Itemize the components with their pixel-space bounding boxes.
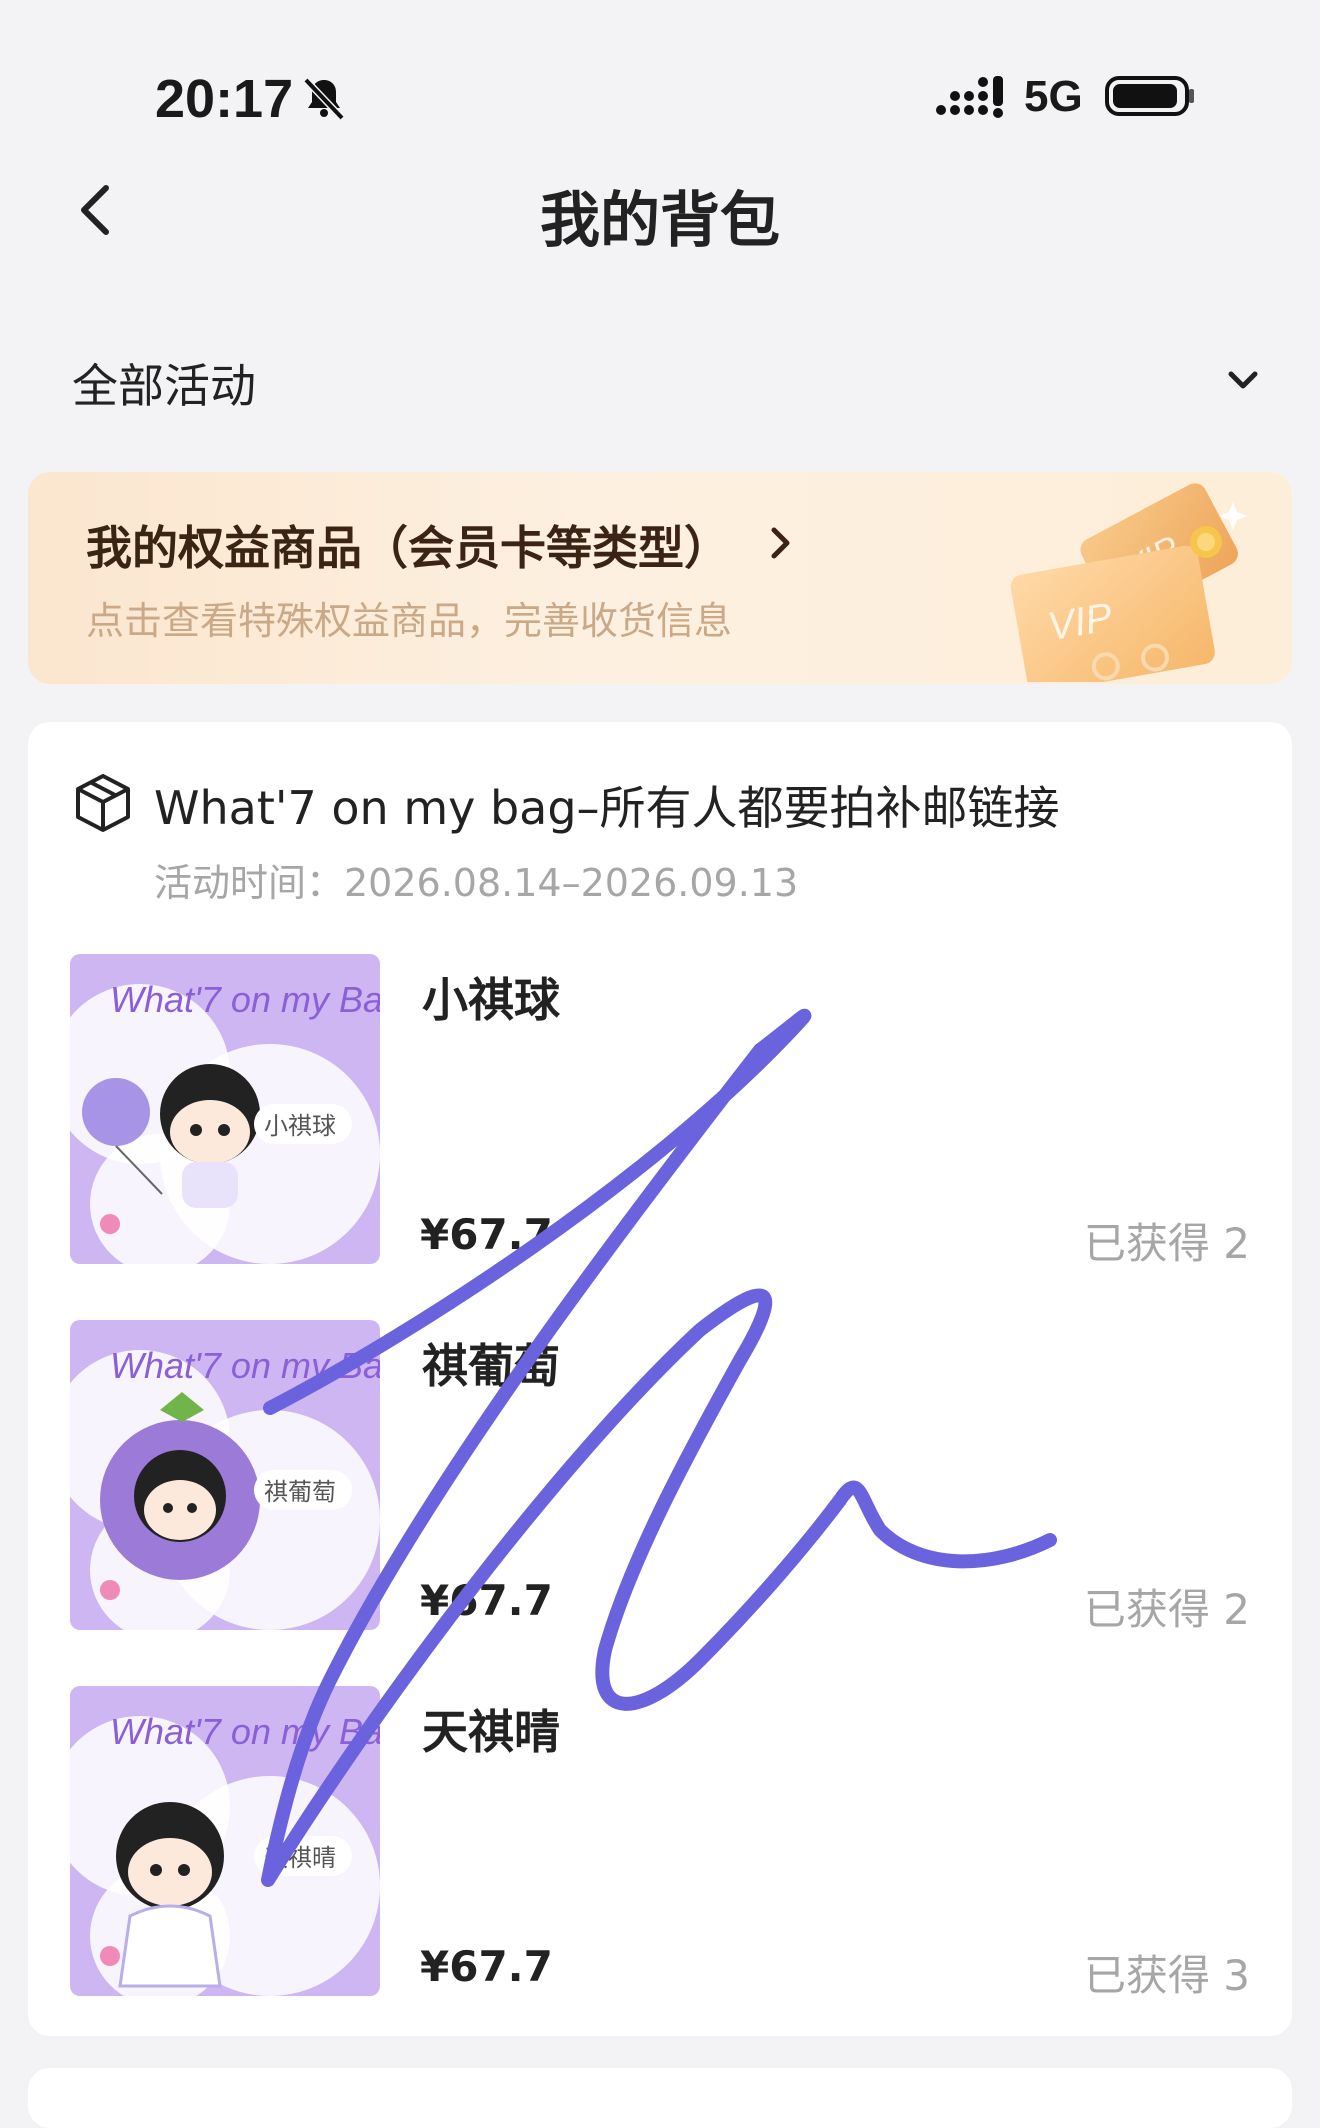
item-owned-count: 已获得 2 [1083, 1585, 1250, 1634]
status-time: 20:17 [155, 69, 294, 129]
battery-icon [1105, 76, 1194, 116]
activity-card: What'7 on my bag–所有人都要拍补邮链接 活动时间：2026.08… [28, 722, 1292, 2036]
item-thumbnail: What'7 on my Bag ? 祺葡萄 [70, 1320, 380, 1630]
vip-cards-illustration: VIP VIP [1010, 483, 1247, 682]
bag-item[interactable]: What'7 on my Bag ? 天祺晴 天祺晴 ¥67.7 已获得 3 [28, 1686, 1292, 2006]
item-name: 祺葡萄 [422, 1339, 560, 1393]
item-price: ¥67.7 [420, 1576, 553, 1625]
benefits-banner[interactable]: 我的权益商品（会员卡等类型） 点击查看特殊权益商品，完善收货信息 VIP VIP [28, 472, 1292, 684]
activity-filter-dropdown[interactable]: 全部活动 [0, 340, 1320, 420]
banner-title: 我的权益商品（会员卡等类型） [86, 521, 730, 575]
bell-off-icon [303, 77, 345, 121]
item-name: 天祺晴 [422, 1705, 560, 1759]
chevron-down-icon [1228, 371, 1258, 389]
banner-subtitle: 点击查看特殊权益商品，完善收货信息 [86, 599, 733, 643]
page-title: 我的背包 [540, 186, 780, 256]
svg-text:祺葡萄: 祺葡萄 [264, 1478, 336, 1506]
item-price: ¥67.7 [420, 1942, 553, 1991]
status-bar: 20:17 5G [0, 0, 1320, 190]
svg-text:天祺晴: 天祺晴 [264, 1844, 336, 1872]
signal-icon [936, 76, 1003, 118]
item-owned-count: 已获得 2 [1083, 1219, 1250, 1268]
activity-title[interactable]: What'7 on my bag–所有人都要拍补邮链接 [154, 772, 1060, 838]
chevron-right-icon [771, 527, 790, 559]
item-name: 小祺球 [422, 973, 560, 1027]
item-thumbnail: What'7 on my Bag ? 小祺球 [70, 954, 380, 1264]
svg-text:What'7 on my Bag ?: What'7 on my Bag ? [110, 979, 380, 1020]
svg-text:What'7 on my Bag ?: What'7 on my Bag ? [110, 1345, 380, 1386]
bag-item[interactable]: What'7 on my Bag ? 祺葡萄 祺葡萄 ¥67.7 已获得 2 [28, 1320, 1292, 1640]
bag-item[interactable]: What'7 on my Bag ? 小祺球 小祺球 ¥67.7 已获得 2 [28, 954, 1292, 1274]
chibi-artwork-image: What'7 on my Bag ? 祺葡萄 [70, 1320, 380, 1630]
svg-text:小祺球: 小祺球 [264, 1112, 336, 1140]
chibi-artwork-image: What'7 on my Bag ? 小祺球 [70, 954, 380, 1264]
network-label: 5G [1024, 72, 1083, 121]
item-thumbnail: What'7 on my Bag ? 天祺晴 [70, 1686, 380, 1996]
package-box-icon [76, 774, 130, 832]
item-price: ¥67.7 [420, 1210, 553, 1259]
svg-text:What'7 on my Bag ?: What'7 on my Bag ? [110, 1711, 380, 1752]
activity-period: 活动时间：2026.08.14–2026.09.13 [154, 861, 799, 905]
item-owned-count: 已获得 3 [1083, 1951, 1250, 2000]
chibi-artwork-image: What'7 on my Bag ? 天祺晴 [70, 1686, 380, 1996]
next-activity-card [28, 2068, 1292, 2128]
filter-label: 全部活动 [72, 359, 256, 413]
